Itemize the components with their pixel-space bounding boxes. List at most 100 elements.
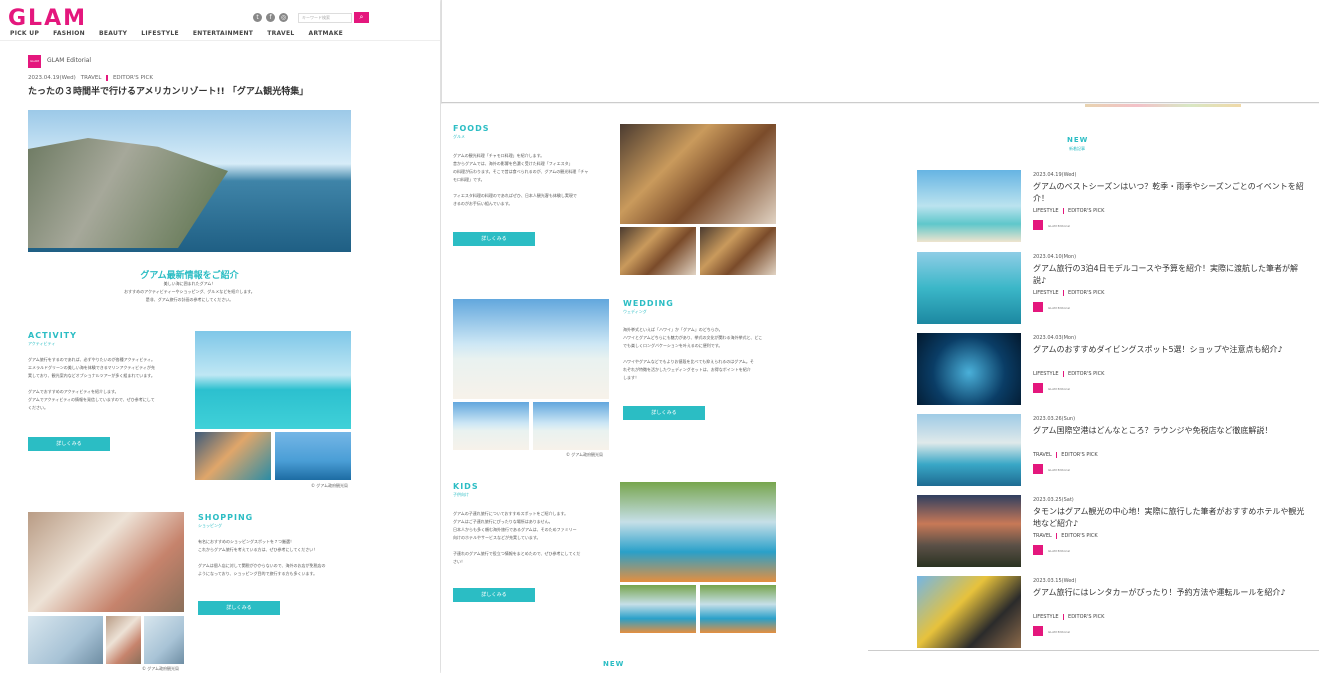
text-line: 向けのホテルやサービスなどが充実しています。 [453, 535, 541, 540]
new-heading-bottom: NEW [603, 660, 625, 668]
article-tag[interactable]: EDITOR'S PICK [1068, 290, 1104, 296]
twitter-icon[interactable]: t [253, 13, 262, 22]
article-card[interactable]: 2023.03.15(Wed) グアム旅行にはレンタカーがぴったり！予約方法や運… [917, 576, 1317, 650]
author-avatar [1033, 220, 1043, 230]
text-line: 海外挙式といえば「ハワイ」か「グアム」のどちらか。 [623, 327, 723, 332]
author-avatar[interactable]: GLAM [28, 55, 41, 68]
article-thumbnail[interactable] [917, 495, 1021, 567]
nav-item-entertainment[interactable]: ENTERTAINMENT [193, 30, 253, 37]
blank-page-area-bottom [868, 650, 1319, 673]
author-avatar [1033, 626, 1043, 636]
nav-item-travel[interactable]: TRAVEL [267, 30, 294, 37]
activity-caption: © グアム政府観光局 [311, 483, 348, 488]
article-category[interactable]: LIFESTYLE [1033, 371, 1059, 377]
new-heading: NEW [1067, 136, 1089, 144]
wedding-subtitle: ウェディング [623, 309, 647, 314]
article-title[interactable]: グアムのベストシーズンはいつ？乾季・雨季やシーズンごとのイベントを紹介！ [1033, 181, 1305, 205]
nav-item-lifestyle[interactable]: LIFESTYLE [141, 30, 179, 37]
screenshot-collage: GLAM t f ◎ キーワード検索 ⌕ PICK UP FASHION BEA… [0, 0, 1319, 673]
text-line: ハワイやグアムなどでもよりお値段を比べても抑えられるのはグアム。そ [623, 359, 754, 364]
activity-image-parasail [275, 432, 351, 480]
article-thumbnail[interactable] [917, 414, 1021, 486]
nav-item-fashion[interactable]: FASHION [53, 30, 85, 37]
nav-item-artmake[interactable]: ARTMAKE [309, 30, 344, 37]
kids-text: グアムの子連れ旅行についておすすめスポットをご紹介します。 グアムはご子連れ旅行… [453, 510, 613, 566]
kids-more-button[interactable]: 詳しくみる [453, 588, 535, 602]
post-tag[interactable]: EDITOR'S PICK [113, 75, 153, 81]
nav-item-beauty[interactable]: BEAUTY [99, 30, 127, 37]
article-thumbnail[interactable] [917, 333, 1021, 405]
article-date: 2023.04.03(Mon) [1033, 335, 1077, 341]
search-input[interactable]: キーワード検索 [298, 13, 352, 23]
shopping-subtitle: ショッピング [198, 523, 222, 528]
article-category[interactable]: TRAVEL [1033, 533, 1052, 539]
article-categories: TRAVEL EDITOR'S PICK [1033, 533, 1098, 539]
article-title[interactable]: グアム旅行の3泊4日モデルコースや予算を紹介！実際に渡航した筆者が解説♪ [1033, 263, 1305, 287]
article-category[interactable]: LIFESTYLE [1033, 290, 1059, 296]
text-line: グアム旅行をするのであれば、必ずやりたいのが各種アクティビティ。 [28, 357, 155, 362]
article-thumbnail[interactable] [917, 170, 1021, 242]
article-title[interactable]: タモンはグアム観光の中心地！実際に旅行した筆者がおすすめホテルや観光地など紹介♪ [1033, 506, 1305, 530]
author-name[interactable]: GLAM Editorial [47, 57, 91, 64]
category-divider [1062, 371, 1065, 377]
article-tag[interactable]: EDITOR'S PICK [1068, 371, 1104, 377]
instagram-icon[interactable]: ◎ [279, 13, 288, 22]
text-line: フィエスタ料理の料理のであればぜひ、日本人観光客も体験し実現で [453, 193, 577, 198]
kids-image-2 [620, 585, 696, 633]
text-line [28, 380, 188, 388]
article-date: 2023.03.15(Wed) [1033, 578, 1077, 584]
article-card[interactable]: 2023.03.25(Sat) タモンはグアム観光の中心地！実際に旅行した筆者が… [917, 495, 1317, 569]
article-tag[interactable]: EDITOR'S PICK [1068, 208, 1104, 214]
author-name: GLAM Editorial [1048, 387, 1071, 391]
main-nav: PICK UP FASHION BEAUTY LIFESTYLE ENTERTA… [10, 30, 343, 37]
foods-main-image [620, 124, 776, 224]
shopping-more-button[interactable]: 詳しくみる [198, 601, 280, 615]
article-title[interactable]: グアムのおすすめダイビングスポット5選！ショップや注意点も紹介♪ [1033, 344, 1305, 356]
category-divider [1055, 452, 1058, 458]
text-line: の料理が伝わります。そこで昔は食べられるのが、グアムの観光料理「チャ [453, 169, 589, 174]
article-tag[interactable]: EDITOR'S PICK [1061, 452, 1097, 458]
article-page-top: GLAM t f ◎ キーワード検索 ⌕ PICK UP FASHION BEA… [0, 0, 440, 673]
wedding-more-button[interactable]: 詳しくみる [623, 406, 705, 420]
article-tag[interactable]: EDITOR'S PICK [1061, 533, 1097, 539]
category-divider [1062, 208, 1065, 214]
article-card[interactable]: 2023.03.26(Sun) グアム国際空港はどんなところ？ラウンジや免税店な… [917, 414, 1317, 488]
kids-subtitle: 子供向け [453, 492, 469, 497]
foods-text: グアムの観光料理「チャモロ料理」を紹介します。 昔からグアムでは、海外の影響を色… [453, 152, 613, 208]
nav-item-pickup[interactable]: PICK UP [10, 30, 39, 37]
text-line: れぞれが特徴を活かしたウェディングセットは、お得なポイントを紹介 [623, 367, 751, 372]
wedding-main-image [453, 299, 609, 399]
text-line: ハワイとグアムどちらにも魅力があり、挙式の文化が関わる海外挙式と、どこ [623, 335, 763, 340]
author-name: GLAM Editorial [1048, 468, 1071, 472]
author-name: GLAM Editorial [1048, 630, 1071, 634]
intro-line: 美しい海に囲まれたグアム！ [163, 281, 216, 286]
shopping-caption: © グアム政府観光局 [142, 666, 179, 671]
foods-more-button[interactable]: 詳しくみる [453, 232, 535, 246]
text-line: ようになっており、ショッピング目的で旅行する方も多くいます。 [198, 571, 318, 576]
article-card[interactable]: 2023.04.19(Wed) グアムのベストシーズンはいつ？乾季・雨季やシーズ… [917, 170, 1317, 244]
author-avatar [1033, 545, 1043, 555]
article-title[interactable]: グアム旅行にはレンタカーがぴったり！予約方法や運転ルールを紹介♪ [1033, 587, 1305, 599]
text-line: モロ料理」です。 [453, 177, 485, 182]
wedding-title: WEDDING [623, 299, 674, 308]
article-card[interactable]: 2023.04.10(Mon) グアム旅行の3泊4日モデルコースや予算を紹介！実… [917, 252, 1317, 326]
post-category[interactable]: TRAVEL [81, 75, 102, 81]
article-thumbnail[interactable] [917, 252, 1021, 324]
article-tag[interactable]: EDITOR'S PICK [1068, 614, 1104, 620]
activity-more-button[interactable]: 詳しくみる [28, 437, 110, 451]
text-line: グアムはご子連れ旅行にぴったりな場所はありません。 [453, 519, 553, 524]
article-thumbnail[interactable] [917, 576, 1021, 648]
article-category[interactable]: LIFESTYLE [1033, 614, 1059, 620]
text-line: 有名におすすめのショッピングスポットを７つ厳選！ [198, 539, 294, 544]
glam-logo[interactable]: GLAM [8, 6, 87, 31]
article-categories: LIFESTYLE EDITOR'S PICK [1033, 614, 1104, 620]
text-line [453, 184, 613, 192]
article-card[interactable]: 2023.04.03(Mon) グアムのおすすめダイビングスポット5選！ショップ… [917, 333, 1317, 407]
search-button[interactable]: ⌕ [354, 12, 369, 23]
author-avatar [1033, 302, 1043, 312]
article-category[interactable]: LIFESTYLE [1033, 208, 1059, 214]
facebook-icon[interactable]: f [266, 13, 275, 22]
article-category[interactable]: TRAVEL [1033, 452, 1052, 458]
article-title[interactable]: グアム国際空港はどんなところ？ラウンジや免税店など徹底解説！ [1033, 425, 1305, 437]
decorative-strip [1085, 104, 1241, 107]
